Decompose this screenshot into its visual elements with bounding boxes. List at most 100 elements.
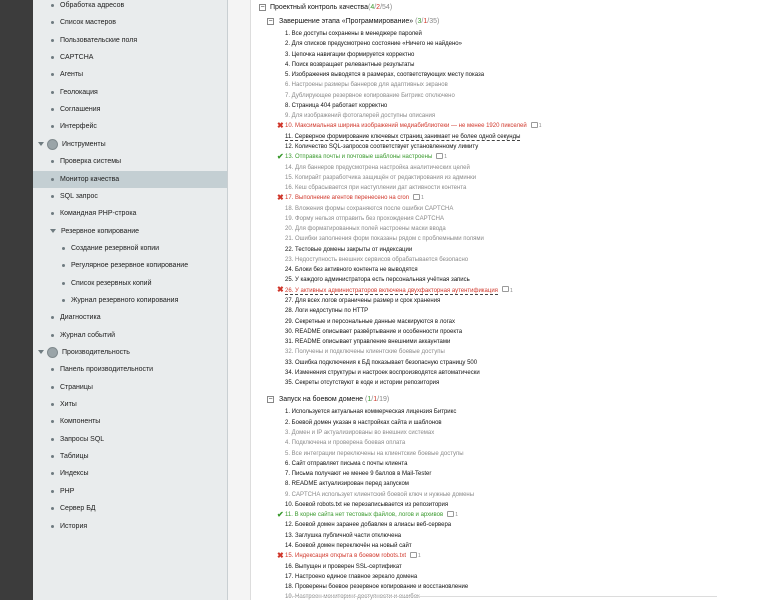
checklist-item[interactable]: 6. Сайт отправляет письма с почты клиент…: [285, 459, 407, 469]
sidebar-item[interactable]: Инструменты: [33, 136, 227, 153]
checklist-item-text: 22. Тестовые домены закрыты от индексаци…: [285, 246, 413, 253]
sidebar-item[interactable]: Панель производительности: [33, 361, 227, 378]
sidebar-item[interactable]: Командная PHP-строка: [33, 205, 227, 222]
checklist-item[interactable]: 11. Серверное формирование ключевых стра…: [285, 132, 521, 142]
checklist-item[interactable]: 31. README описывает управление внешними…: [285, 337, 450, 347]
comment-icon[interactable]: [410, 551, 418, 558]
sidebar-item[interactable]: Хиты: [33, 396, 227, 413]
checklist-item[interactable]: 26. У активных администраторов включена …: [285, 286, 513, 296]
comment-icon[interactable]: [413, 193, 421, 200]
sidebar-item[interactable]: CAPTCHA: [33, 49, 227, 66]
checklist-item[interactable]: 19. Форму нельзя отправить без прохожден…: [285, 214, 444, 224]
checklist-item[interactable]: 25. У каждого администратора есть персон…: [285, 275, 470, 285]
sidebar-item[interactable]: Индексы: [33, 465, 227, 482]
sidebar-item[interactable]: Компоненты: [33, 413, 227, 430]
collapse-toggle[interactable]: −: [267, 18, 274, 25]
collapse-toggle[interactable]: −: [259, 4, 266, 11]
sidebar-item[interactable]: Соглашения: [33, 101, 227, 118]
checklist-item[interactable]: 22. Тестовые домены закрыты от индексаци…: [285, 245, 412, 255]
checklist-item[interactable]: 23. Недоступность внешних сервисов обраб…: [285, 255, 468, 265]
checklist-item[interactable]: 3. Домен и IP актуализированы во внешних…: [285, 428, 434, 438]
checklist-item[interactable]: 12. Боевой домен заранее добавлен в алиа…: [285, 520, 451, 530]
chevron-down-icon[interactable]: [50, 228, 56, 233]
comment-icon[interactable]: [501, 286, 509, 293]
checklist-item[interactable]: 35. Секреты отсутствуют в коде и истории…: [285, 378, 439, 388]
checklist-item[interactable]: 2. Боевой домен указан в настройках сайт…: [285, 418, 442, 428]
checklist-item[interactable]: 32. Получены и подключены клиентские бое…: [285, 347, 445, 357]
sidebar-item[interactable]: Журнал событий: [33, 327, 227, 344]
checklist-item[interactable]: 5. Все интеграции переключены на клиентс…: [285, 449, 464, 459]
checklist-item[interactable]: 6. Настроены размеры баннеров для адапти…: [285, 80, 448, 90]
checklist-item[interactable]: 10. Боевой robots.txt не перезаписываетс…: [285, 500, 448, 510]
sidebar-item[interactable]: История: [33, 518, 227, 535]
checklist-item[interactable]: 21. Ошибки заполнения форм показаны рядо…: [285, 234, 484, 244]
checklist-item[interactable]: 8. README актуализирован перед запуском: [285, 479, 409, 489]
checklist-item[interactable]: 34. Изменения структуры и настроек воспр…: [285, 368, 480, 378]
checklist-item[interactable]: 11. В корне сайта нет тестовых файлов, л…: [285, 510, 458, 520]
sidebar-item[interactable]: Проверка системы: [33, 153, 227, 170]
checklist-item[interactable]: 7. Дублирующее резервное копирование Бит…: [285, 91, 455, 101]
checklist-item[interactable]: 4. Поиск возвращает релевантные результа…: [285, 60, 414, 70]
sidebar-item[interactable]: Обработка адресов: [33, 0, 227, 14]
sidebar-item[interactable]: Страницы: [33, 379, 227, 396]
sidebar-item[interactable]: Создание резервной копии: [33, 240, 227, 257]
comment-icon[interactable]: [447, 510, 455, 517]
checklist-item[interactable]: 27. Для всех логов ограничены размер и с…: [285, 296, 440, 306]
checklist-item[interactable]: 15. Индексация открыта в боевом robots.t…: [285, 551, 421, 561]
sidebar-item[interactable]: Монитор качества: [33, 170, 227, 188]
comment-icon[interactable]: [436, 152, 444, 159]
sidebar-item[interactable]: Резервное копирование: [33, 223, 227, 240]
sidebar-item[interactable]: Пользовательские поля: [33, 32, 227, 49]
sidebar-item[interactable]: Запросы SQL: [33, 431, 227, 448]
checklist-item[interactable]: 13. Заглушка публичной части отключена: [285, 531, 401, 541]
checklist-item[interactable]: 20. Для форматированных полей настроены …: [285, 224, 446, 234]
chevron-down-icon[interactable]: [38, 350, 44, 354]
checklist-item[interactable]: 18. Вложения формы сохраняются после оши…: [285, 204, 453, 214]
sidebar-item[interactable]: Сервер БД: [33, 500, 227, 517]
sidebar-item[interactable]: Интерфейс: [33, 118, 227, 135]
sidebar-item-label: Запросы SQL: [60, 435, 105, 443]
checklist-item[interactable]: 29. Секретные и персональные данные маск…: [285, 317, 455, 327]
checklist-item[interactable]: 13. Отправка почты и почтовые шаблоны на…: [285, 152, 447, 162]
checklist-item[interactable]: 1. Все доступы сохранены в менеджере пар…: [285, 29, 422, 39]
checklist-item[interactable]: 1. Используется актуальная коммерческая …: [285, 407, 456, 417]
sidebar-item[interactable]: Список резервных копий: [33, 275, 227, 292]
checklist-item[interactable]: 7. Письма получают не менее 9 баллов в M…: [285, 469, 431, 479]
checklist-item[interactable]: 10. Максимальная ширина изображений меди…: [285, 121, 542, 131]
checklist-item[interactable]: 9. CAPTCHA использует клиентский боевой …: [285, 490, 474, 500]
checklist-item[interactable]: 17. Настроено единое главное зеркало дом…: [285, 572, 417, 582]
checklist-item-text: 15. Индексация открыта в боевом robots.t…: [285, 553, 407, 560]
checklist-item[interactable]: 3. Цепочка навигации формируется коррект…: [285, 50, 414, 60]
checklist-item[interactable]: 28. Логи недоступны по HTTP: [285, 306, 368, 316]
sidebar-item[interactable]: Производительность: [33, 344, 227, 361]
sidebar-item[interactable]: Таблицы: [33, 448, 227, 465]
checklist-item[interactable]: 4. Подключена и проверена боевая оплата: [285, 438, 405, 448]
sidebar-item[interactable]: Геолокация: [33, 84, 227, 101]
checklist-item[interactable]: 33. Ошибка подключения к БД показывает б…: [285, 358, 477, 368]
collapse-toggle[interactable]: −: [267, 396, 274, 404]
sidebar-item[interactable]: PHP: [33, 483, 227, 500]
checklist-item[interactable]: 5. Изображения выводятся в размерах, соо…: [285, 70, 484, 80]
checklist-item[interactable]: 16. Выпущен и проверен SSL-сертификат: [285, 562, 402, 572]
sidebar-item[interactable]: Диагностика: [33, 309, 227, 326]
sidebar-item[interactable]: SQL запрос: [33, 188, 227, 205]
checklist-item[interactable]: 14. Боевой домен переключён на новый сай…: [285, 541, 412, 551]
sidebar-item[interactable]: Журнал резервного копирования: [33, 292, 227, 309]
checklist-item[interactable]: 9. Для изображений фотогалерей доступны …: [285, 111, 435, 121]
checklist-item[interactable]: 16. Кеш сбрасывается при наступлении дат…: [285, 183, 466, 193]
checklist-item[interactable]: 18. Проверены боевое резервное копирован…: [285, 582, 468, 592]
checklist-item[interactable]: 2. Для списков предусмотрено состояние «…: [285, 39, 462, 49]
checklist-item[interactable]: 8. Страница 404 работает корректно: [285, 101, 387, 111]
checklist-item[interactable]: 12. Количество SQL-запросов соответствуе…: [285, 142, 478, 152]
sidebar-item[interactable]: Список мастеров: [33, 14, 227, 31]
checklist-item[interactable]: 14. Для баннеров предусмотрена настройка…: [285, 163, 470, 173]
sidebar-item[interactable]: Регулярное резервное копирование: [33, 257, 227, 274]
checklist-item[interactable]: 17. Выполнение агентов перенесено на cro…: [285, 193, 424, 203]
sidebar-item[interactable]: Агенты: [33, 66, 227, 83]
checklist-item[interactable]: 30. README описывает развёртывание и осо…: [285, 327, 462, 337]
comment-icon[interactable]: [530, 121, 538, 128]
chevron-down-icon[interactable]: [38, 141, 44, 146]
checklist-item[interactable]: 15. Копирайт разработчика защищён от ред…: [285, 173, 476, 183]
checklist-item[interactable]: 24. Блоки без активного контента не выво…: [285, 265, 418, 275]
checklist-item-text: 17. Выполнение агентов перенесено на cro…: [285, 195, 410, 202]
